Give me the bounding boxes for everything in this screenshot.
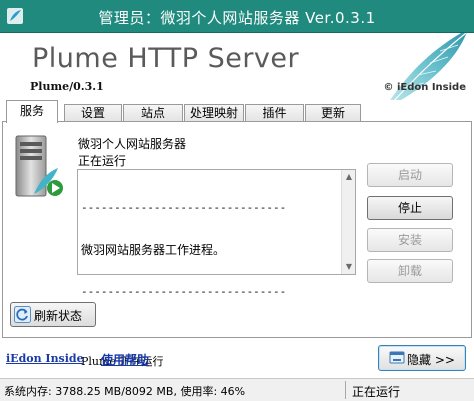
start-button[interactable]: 启动 [367,163,453,187]
log-scrollbar[interactable]: ▲ ▼ [341,170,355,274]
version-label: Plume/0.3.1 [30,80,104,93]
uninstall-button[interactable]: 卸载 [367,259,453,283]
log-line: ------------------------------- [81,201,287,214]
refresh-status-label: 刷新状态 [34,309,83,323]
title-bar: 管理员：微羽个人网站服务器 Ver.0.3.1 [0,0,474,33]
scroll-up-icon[interactable]: ▲ [342,170,356,184]
hide-label: 隐藏 >> [407,353,455,367]
status-bar: 系统内存: 3788.25 MB/8092 MB, 使用率: 46% 正在运行 [0,378,474,401]
status-separator [345,381,346,399]
tab-handler-mapping[interactable]: 处理映射 [184,104,244,122]
header-banner: Plume HTTP Server Plume/0.3.1 © iEdon In… [0,33,474,100]
tab-bar: 服务 设置 站点 处理映射 插件 更新 [0,100,474,123]
help-link[interactable]: 使用帮助 [101,351,149,368]
refresh-status-button[interactable]: 刷新状态 [10,302,96,327]
iedon-inside-link[interactable]: iEdon Inside [6,352,84,365]
stop-button[interactable]: 停止 [367,196,453,220]
server-state: 正在运行 [352,385,401,399]
tab-sites[interactable]: 站点 [123,104,183,122]
tab-update[interactable]: 更新 [305,104,361,122]
install-button[interactable]: 安装 [367,228,453,252]
hide-button[interactable]: 隐藏 >> [378,345,466,371]
window-title: 管理员：微羽个人网站服务器 Ver.0.3.1 [98,9,376,27]
tab-plugins[interactable]: 插件 [245,104,304,122]
copyright-label: © iEdon Inside [383,82,466,93]
brand-title: Plume HTTP Server [32,43,300,74]
tab-settings[interactable]: 设置 [64,104,122,122]
hide-window-icon [389,351,405,364]
tab-service[interactable]: 服务 [6,100,58,123]
log-textbox[interactable]: ------------------------------- 微羽网站服务器工… [77,169,356,368]
server-icon [15,135,63,197]
scroll-down-icon[interactable]: ▼ [342,260,356,274]
log-line: 微羽网站服务器工作进程。 [81,243,226,257]
service-status: 正在运行 [78,154,127,168]
refresh-icon [14,306,31,323]
memory-status: 系统内存: 3788.25 MB/8092 MB, 使用率: 46% [4,385,246,398]
service-name: 微羽个人网站服务器 [78,137,187,151]
log-line: ------------------------------- [81,285,287,298]
